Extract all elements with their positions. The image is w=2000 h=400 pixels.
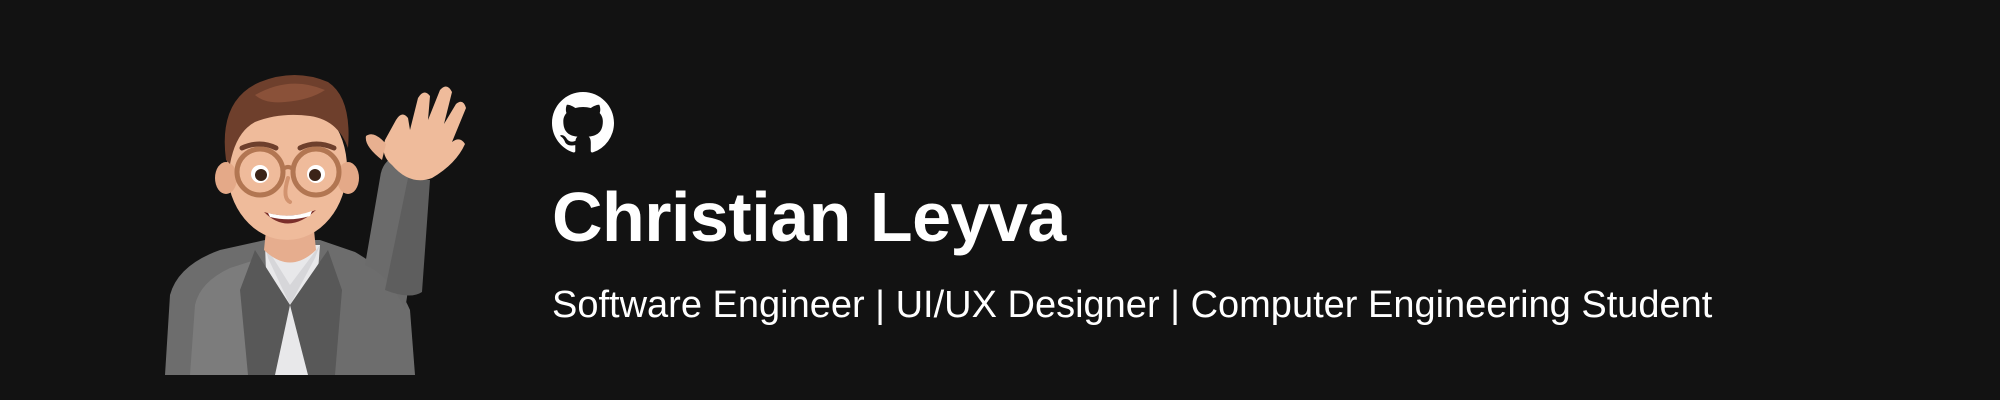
github-icon [552,92,614,153]
profile-banner: Christian Leyva Software Engineer | UI/U… [0,0,2000,400]
profile-tagline: Software Engineer | UI/UX Designer | Com… [552,284,1713,326]
profile-name: Christian Leyva [552,178,1066,256]
github-link[interactable] [552,92,614,154]
waving-memoji-avatar [165,75,466,375]
profile-info: Christian Leyva Software Engineer | UI/U… [552,92,1712,328]
